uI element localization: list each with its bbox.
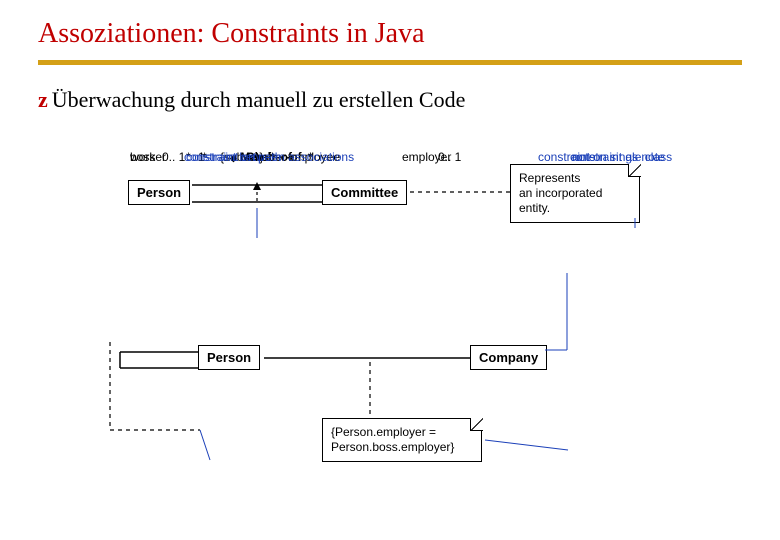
note2-l2: Person.boss.employer}	[331, 440, 473, 455]
anno-single-class: constraint on single class	[538, 150, 672, 164]
class-company: Company	[470, 345, 547, 370]
note1-l1: Represents	[519, 171, 631, 186]
anno-note: note	[572, 150, 595, 164]
role-boss: boss	[130, 150, 155, 164]
anno-on-path: constraint on path	[186, 150, 281, 164]
class-committee: Committee	[322, 180, 407, 205]
note-represents: Represents an incorporated entity.	[510, 164, 640, 223]
class-person-1: Person	[128, 180, 190, 205]
note-employer-constraint: {Person.employer = Person.boss.employer}	[322, 418, 482, 462]
mult-company-left: 0.. 1	[438, 150, 461, 164]
mult-boss: 0.. 1	[162, 150, 185, 164]
note1-l3: entity.	[519, 201, 631, 216]
bullet-text: Überwachung durch manuell zu erstellen C…	[52, 87, 466, 112]
bullet-line: zÜberwachung durch manuell zu erstellen …	[0, 65, 780, 113]
note2-l1: {Person.employer =	[331, 425, 473, 440]
bullet-icon: z	[38, 87, 48, 112]
class-person-2: Person	[198, 345, 260, 370]
uml-diagram: Person Committee ◆ Member-of Chair-of * …	[90, 150, 710, 510]
page-title: Assoziationen: Constraints in Java	[0, 0, 780, 50]
note1-l2: an incorporated	[519, 186, 631, 201]
